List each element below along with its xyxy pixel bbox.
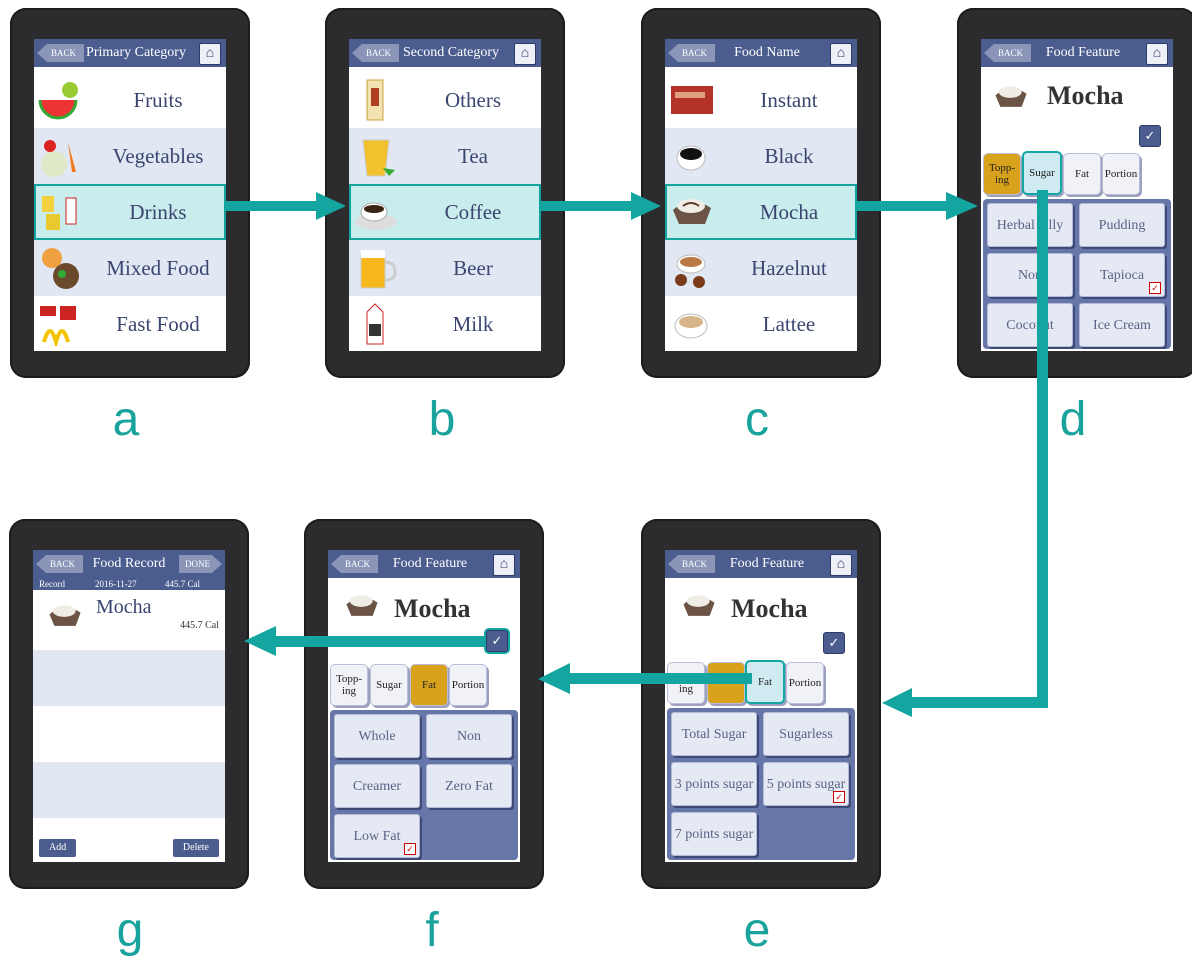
arrow-c-to-d	[857, 201, 951, 211]
arrow-b-to-c	[541, 201, 635, 211]
arrow-c-to-d-head	[946, 192, 978, 220]
caption-a: a	[112, 393, 140, 446]
caption-g: g	[116, 904, 144, 957]
arrow-e-to-f	[566, 673, 752, 684]
arrow-d-to-e-horizontal	[910, 697, 1048, 708]
arrow-f-to-g	[272, 636, 484, 647]
caption-e: e	[743, 904, 771, 957]
caption-b: b	[428, 393, 456, 446]
caption-c: c	[745, 393, 769, 446]
arrow-a-to-b	[226, 201, 320, 211]
caption-f: f	[425, 904, 439, 957]
arrow-b-to-c-head	[631, 192, 661, 220]
arrow-d-to-e-vertical	[1037, 190, 1048, 708]
arrow-a-to-b-head	[316, 192, 346, 220]
arrow-e-to-f-head	[538, 663, 570, 694]
arrow-d-to-e-head	[882, 688, 912, 717]
flow-arrows	[226, 190, 1048, 717]
caption-d: d	[1059, 393, 1087, 446]
arrow-f-to-g-head	[244, 626, 276, 656]
